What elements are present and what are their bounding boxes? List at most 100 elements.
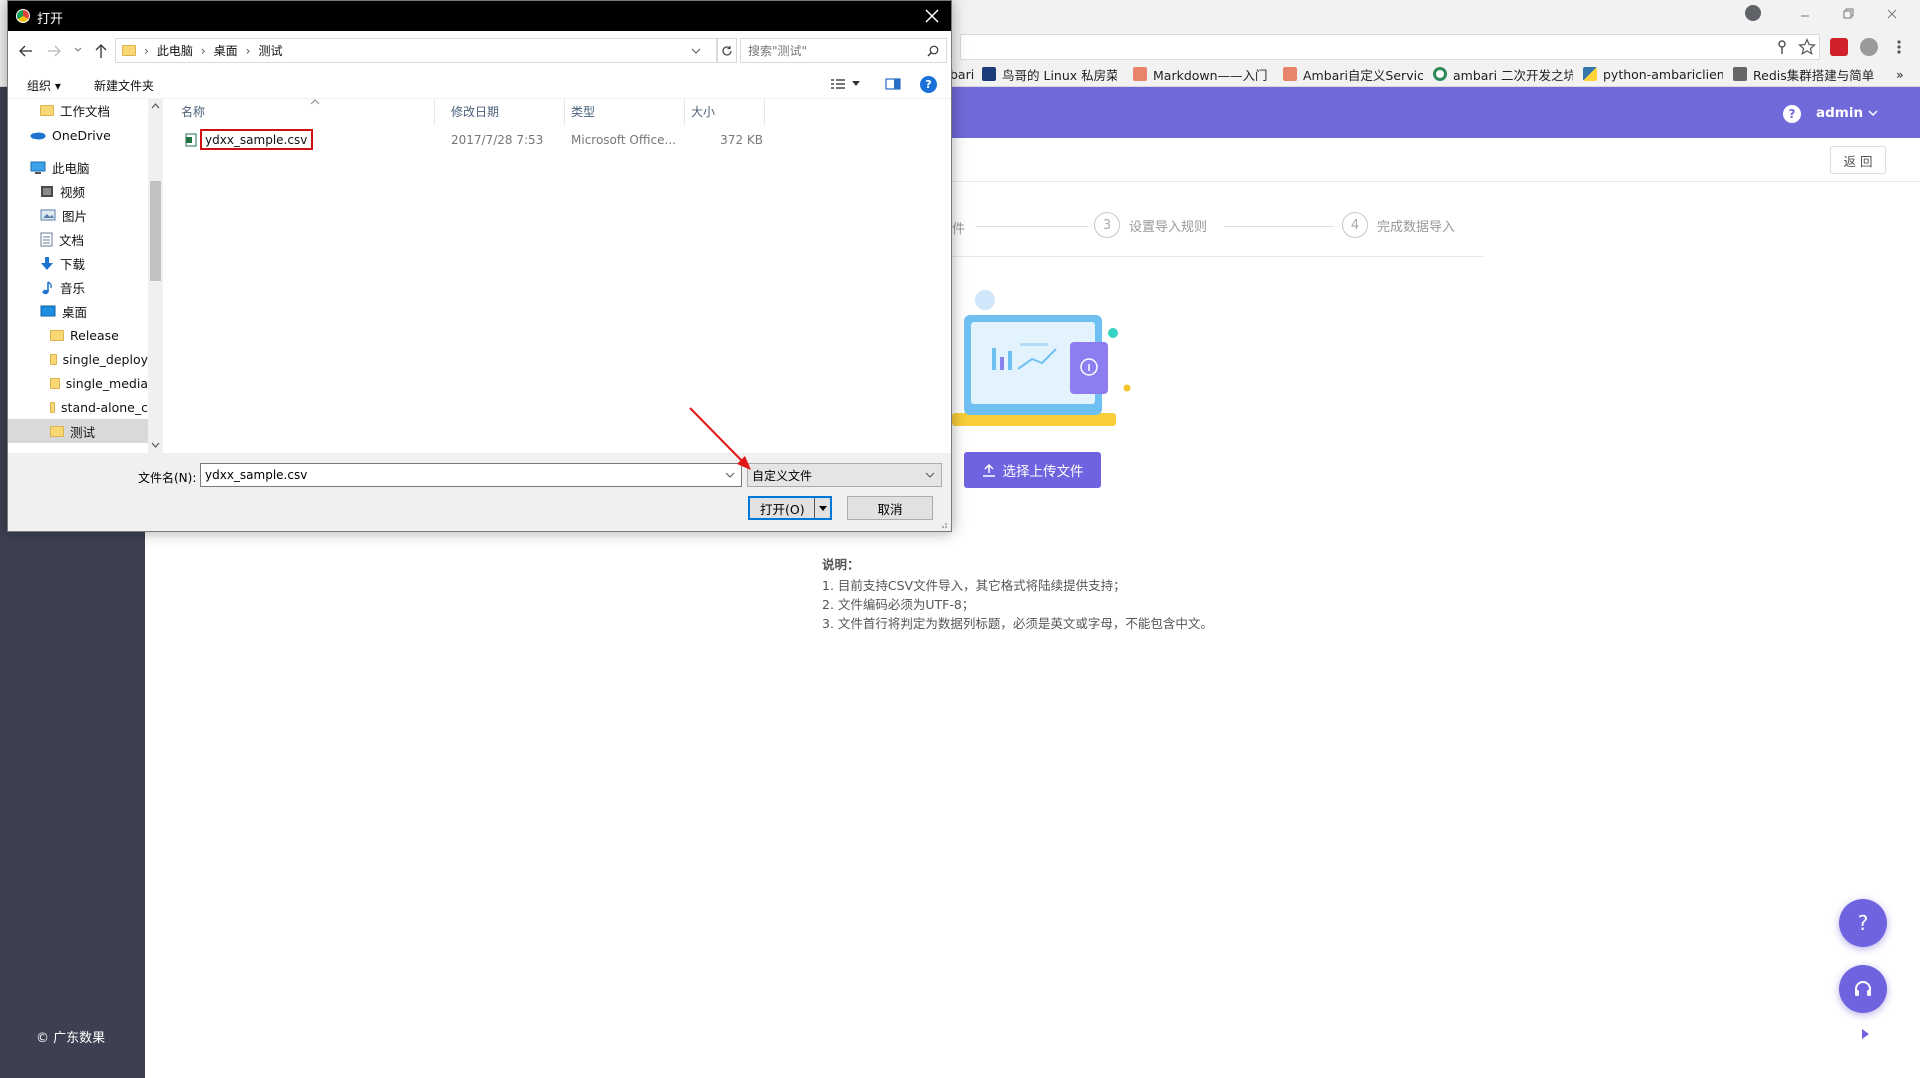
tree-item-stand-alone[interactable]: stand-alone_c: [8, 395, 148, 419]
search-placeholder: 搜索"测试": [748, 44, 808, 58]
step-label: 件: [952, 222, 966, 237]
bookmark-item[interactable]: Markdown——入门: [1133, 64, 1268, 84]
tree-item-single-media[interactable]: single_media: [8, 371, 148, 395]
tree-item-desktop[interactable]: 桌面: [8, 299, 148, 323]
menu-icon[interactable]: [1894, 38, 1904, 56]
help-icon[interactable]: ?: [1783, 105, 1801, 123]
floating-help-button[interactable]: ?: [1839, 899, 1887, 947]
breadcrumb-separator: ›: [245, 43, 251, 58]
address-breadcrumb[interactable]: › 此电脑 › 桌面 › 测试: [115, 38, 717, 63]
step-4: 4 完成数据导入: [1342, 212, 1455, 238]
forward-arrow-icon[interactable]: [46, 43, 62, 59]
filename-value: ydxx_sample.csv: [205, 468, 308, 482]
breadcrumb-item[interactable]: 测试: [258, 42, 282, 59]
filetype-value: 自定义文件: [752, 468, 813, 483]
address-bar[interactable]: [960, 34, 1820, 60]
column-header-type[interactable]: 类型: [565, 99, 685, 125]
bookmark-label: ambari 二次开发之坑: [1453, 67, 1573, 83]
tree-scrollbar[interactable]: [148, 99, 163, 453]
expand-arrow-icon[interactable]: [1860, 1028, 1870, 1040]
organize-button[interactable]: 组织 ▾: [27, 77, 61, 94]
tree-item-downloads[interactable]: 下载: [8, 251, 148, 275]
tree-item-pictures[interactable]: 图片: [8, 203, 148, 227]
recent-dropdown-icon[interactable]: [74, 47, 82, 53]
open-button[interactable]: 打开(O): [748, 496, 832, 520]
chevron-down-icon[interactable]: [691, 48, 701, 55]
bookmark-item[interactable]: Redis集群搭建与简单: [1733, 64, 1893, 84]
onedrive-icon: [30, 130, 46, 140]
note-item: 1. 目前支持CSV文件导入，其它格式将陆续提供支持；: [822, 578, 1126, 593]
tree-item-release[interactable]: Release: [8, 323, 148, 347]
navigation-pane: 工作文档 OneDrive 此电脑 视频 图片 文档 下载 音乐 桌面 Rele…: [8, 99, 163, 453]
tree-label: 视频: [60, 184, 86, 200]
open-split-dropdown[interactable]: [814, 498, 830, 518]
bookmark-item[interactable]: ambari 二次开发之坑: [1433, 64, 1573, 84]
step-number: 4: [1342, 212, 1368, 238]
bookmark-item[interactable]: bari: [950, 64, 976, 84]
tree-item-work-docs[interactable]: 工作文档: [8, 98, 148, 122]
cancel-button[interactable]: 取消: [847, 496, 933, 520]
tree-item-single-deploy[interactable]: single_deploy: [8, 347, 148, 371]
open-label: 打开(O): [760, 501, 805, 517]
folder-icon: [50, 425, 64, 437]
headset-icon: [1852, 978, 1874, 1000]
upload-file-button[interactable]: 选择上传文件: [964, 452, 1101, 488]
bookmark-item[interactable]: 鸟哥的 Linux 私房菜: [982, 64, 1117, 84]
tree-label: single_media: [65, 375, 148, 391]
annotation-arrow-icon: [685, 404, 755, 474]
column-header-date[interactable]: 修改日期: [445, 99, 565, 125]
view-options-icon[interactable]: [830, 78, 860, 90]
minimize-button[interactable]: [1795, 4, 1815, 24]
breadcrumb-item[interactable]: 此电脑: [157, 42, 193, 59]
up-arrow-icon[interactable]: [94, 43, 108, 59]
redis-favicon: [1733, 67, 1747, 81]
restore-button[interactable]: [1838, 4, 1858, 24]
bookmark-item[interactable]: Ambari自定义Servic: [1283, 64, 1423, 84]
star-icon[interactable]: [1798, 38, 1816, 56]
breadcrumb-separator: ›: [200, 43, 206, 58]
tree-item-documents[interactable]: 文档: [8, 227, 148, 251]
bookmarks-more-button[interactable]: »: [1896, 64, 1912, 84]
refresh-button[interactable]: [717, 38, 737, 63]
dialog-navbar: › 此电脑 › 桌面 › 测试 搜索"测试": [8, 31, 951, 71]
file-row[interactable]: ydxx_sample.csv 2017/7/28 7:53 Microsoft…: [175, 127, 775, 153]
bookmark-item[interactable]: python-ambariclien: [1583, 64, 1723, 84]
tree-item-videos[interactable]: 视频: [8, 179, 148, 203]
excel-csv-icon: [185, 133, 197, 147]
help-icon[interactable]: ?: [920, 76, 937, 93]
preview-pane-icon[interactable]: [885, 77, 901, 91]
tree-item-onedrive[interactable]: OneDrive: [8, 123, 148, 147]
computer-icon: [30, 161, 46, 174]
dialog-close-button[interactable]: [923, 7, 941, 25]
bookmark-label: Markdown——入门: [1153, 67, 1268, 83]
upload-label: 选择上传文件: [1002, 464, 1084, 480]
file-type: Microsoft Office...: [571, 133, 676, 147]
tree-item-music[interactable]: 音乐: [8, 275, 148, 299]
column-header-name[interactable]: 名称: [175, 99, 435, 125]
back-button[interactable]: 返 回: [1830, 146, 1886, 174]
close-window-button[interactable]: [1882, 4, 1902, 24]
tree-item-this-pc[interactable]: 此电脑: [8, 155, 148, 179]
user-menu[interactable]: admin: [1816, 102, 1878, 124]
extension-icon[interactable]: [1830, 38, 1848, 56]
new-folder-button[interactable]: 新建文件夹: [94, 77, 154, 94]
chevron-down-icon: [1868, 109, 1878, 117]
import-notes: 说明： 1. 目前支持CSV文件导入，其它格式将陆续提供支持； 2. 文件编码必…: [822, 555, 1342, 633]
step-label: 完成数据导入: [1377, 219, 1456, 235]
filetype-select[interactable]: 自定义文件: [747, 463, 942, 487]
key-icon[interactable]: [1776, 39, 1788, 55]
folder-icon: [50, 401, 56, 413]
tree-item-test[interactable]: 测试: [8, 419, 148, 443]
extension-icon[interactable]: [1860, 38, 1878, 56]
chrome-icon: [16, 9, 30, 23]
filename-input[interactable]: ydxx_sample.csv: [200, 463, 742, 487]
search-input[interactable]: 搜索"测试": [740, 38, 947, 63]
profile-icon[interactable]: [1745, 5, 1761, 21]
back-arrow-icon[interactable]: [18, 43, 34, 59]
folder-icon: [122, 45, 136, 56]
resize-grip-icon[interactable]: [938, 519, 948, 529]
column-header-size[interactable]: 大小: [685, 99, 765, 125]
breadcrumb-item[interactable]: 桌面: [214, 42, 238, 59]
notes-title: 说明：: [822, 557, 860, 572]
floating-support-button[interactable]: [1839, 965, 1887, 1013]
